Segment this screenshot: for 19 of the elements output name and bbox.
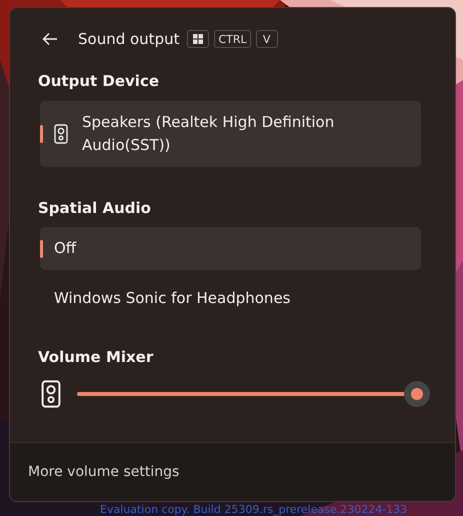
selection-indicator <box>40 125 43 143</box>
speaker-icon <box>41 380 61 408</box>
option-item[interactable]: Off <box>40 227 421 270</box>
slider-thumb[interactable] <box>404 381 430 407</box>
section-heading: Output Device <box>38 72 160 90</box>
back-arrow-icon <box>42 32 58 46</box>
option-item[interactable]: Windows Sonic for Headphones <box>40 277 421 320</box>
speaker-icon <box>54 124 68 144</box>
windows-key-icon <box>187 30 210 48</box>
selection-indicator <box>40 240 43 258</box>
section-heading: Spatial Audio <box>38 199 152 217</box>
keycap: CTRL <box>214 30 251 48</box>
keycap: V <box>256 30 278 48</box>
more-settings-link[interactable]: More volume settings <box>28 464 180 480</box>
flyout-title: Sound output <box>78 30 180 48</box>
volume-slider[interactable] <box>77 381 430 407</box>
watermark-text: Evaluation copy. Build 25309.rs_prerelease.230224-133 <box>100 503 408 516</box>
section-heading: Volume Mixer <box>38 348 154 366</box>
option-item[interactable]: Speakers (Realtek High Definition Audio(SST)) <box>40 101 421 167</box>
